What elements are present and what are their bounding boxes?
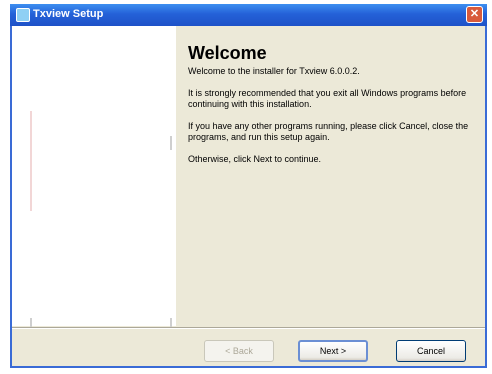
page-title: Welcome: [188, 43, 267, 63]
setup-window: Txview Setup ✕ Welcome Welcome to the in…: [10, 4, 487, 368]
welcome-content: Welcome Welcome to the installer for Txv…: [188, 42, 478, 176]
cancel-instruction-paragraph: If you have any other programs running, …: [188, 121, 469, 142]
window-title: Txview Setup: [33, 8, 104, 20]
close-icon: ✕: [469, 8, 480, 20]
back-button[interactable]: < Back: [204, 340, 274, 362]
welcome-paragraph: Welcome to the installer for Txview 6.0.…: [188, 66, 360, 76]
footer-divider: [12, 327, 485, 329]
next-button[interactable]: Next >: [298, 340, 368, 362]
installer-app-icon: [16, 8, 30, 22]
continue-instruction-paragraph: Otherwise, click Next to continue.: [188, 154, 322, 164]
side-banner: [12, 26, 176, 328]
banner-decoration: [170, 136, 172, 150]
close-button[interactable]: ✕: [466, 6, 483, 23]
recommendation-paragraph: It is strongly recommended that you exit…: [188, 88, 467, 109]
title-bar[interactable]: Txview Setup ✕: [10, 4, 487, 26]
cancel-button[interactable]: Cancel: [396, 340, 466, 362]
banner-decoration: [30, 111, 32, 211]
